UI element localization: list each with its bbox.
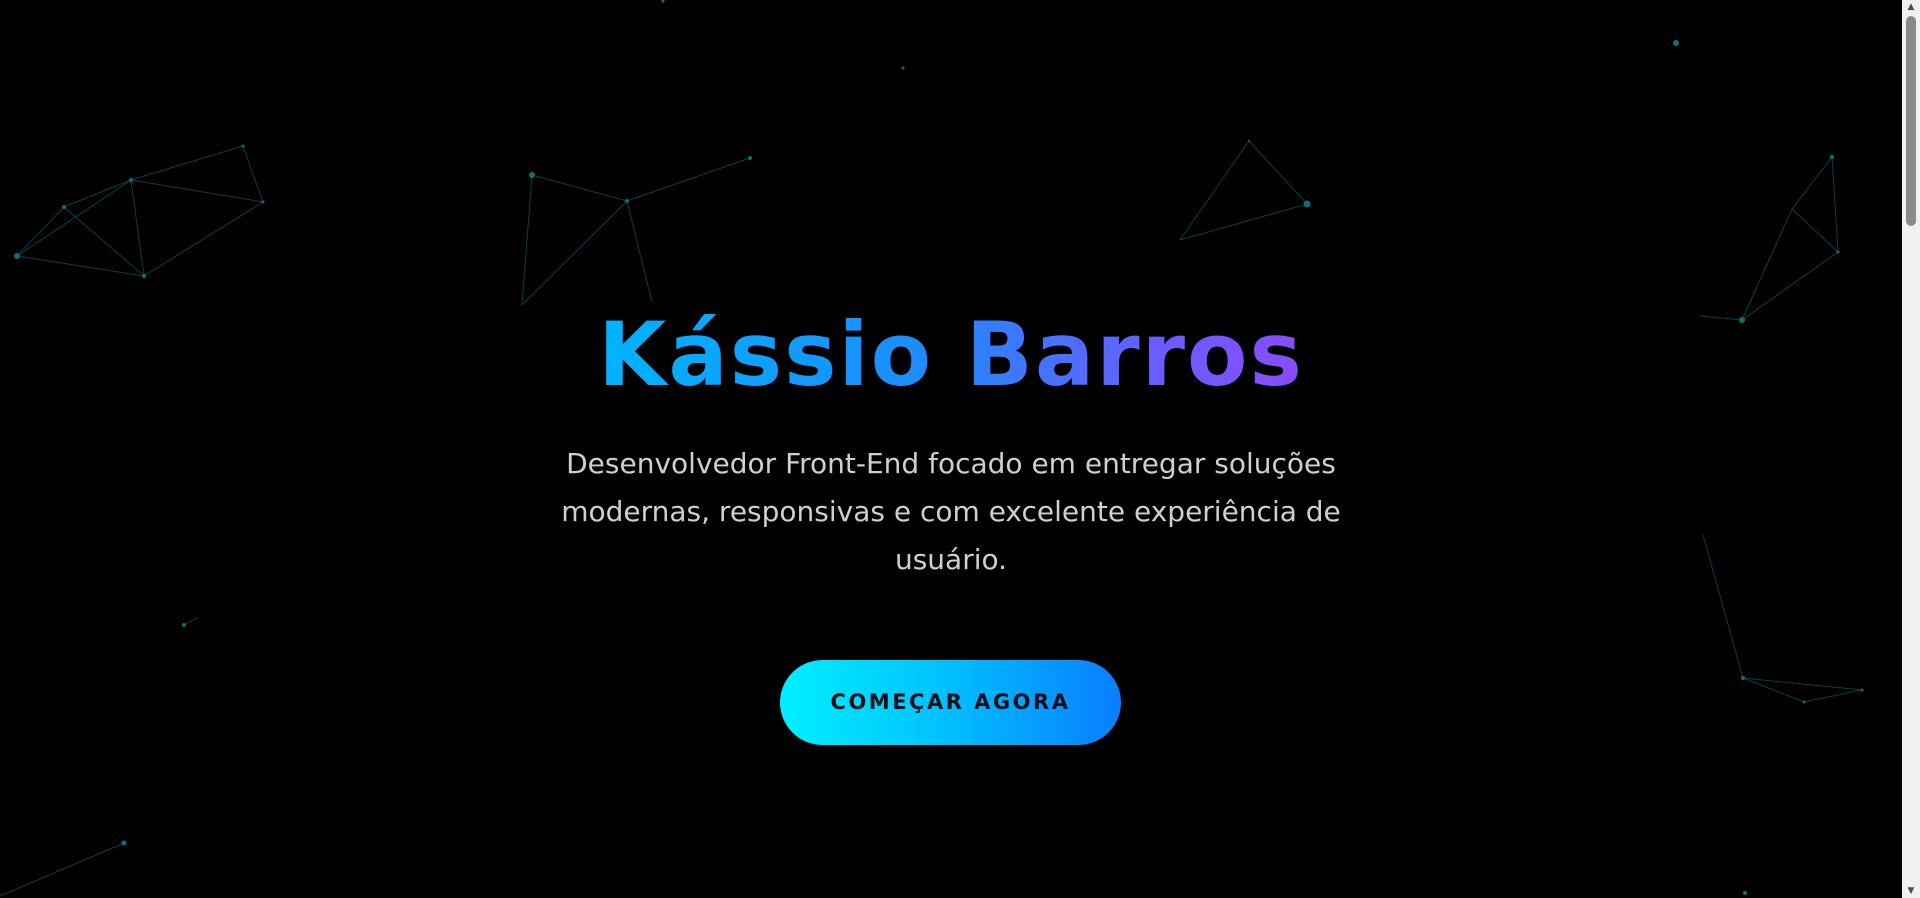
scrollbar-thumb[interactable]: [1906, 16, 1916, 226]
hero-title: Kássio Barros: [0, 295, 1902, 415]
scroll-down-arrow-icon[interactable]: ▼: [1902, 884, 1920, 898]
start-now-button[interactable]: COMEÇAR AGORA: [780, 660, 1121, 745]
viewport: Kássio Barros Desenvolvedor Front-End fo…: [0, 0, 1920, 898]
scroll-up-arrow-icon[interactable]: ▲: [1902, 0, 1920, 14]
hero-title-text: Kássio Barros: [598, 303, 1304, 406]
hero-subtitle: Desenvolvedor Front-End focado em entreg…: [561, 447, 1341, 576]
vertical-scrollbar[interactable]: ▲ ▼: [1902, 0, 1920, 898]
hero-section: Kássio Barros Desenvolvedor Front-End fo…: [0, 0, 1902, 898]
